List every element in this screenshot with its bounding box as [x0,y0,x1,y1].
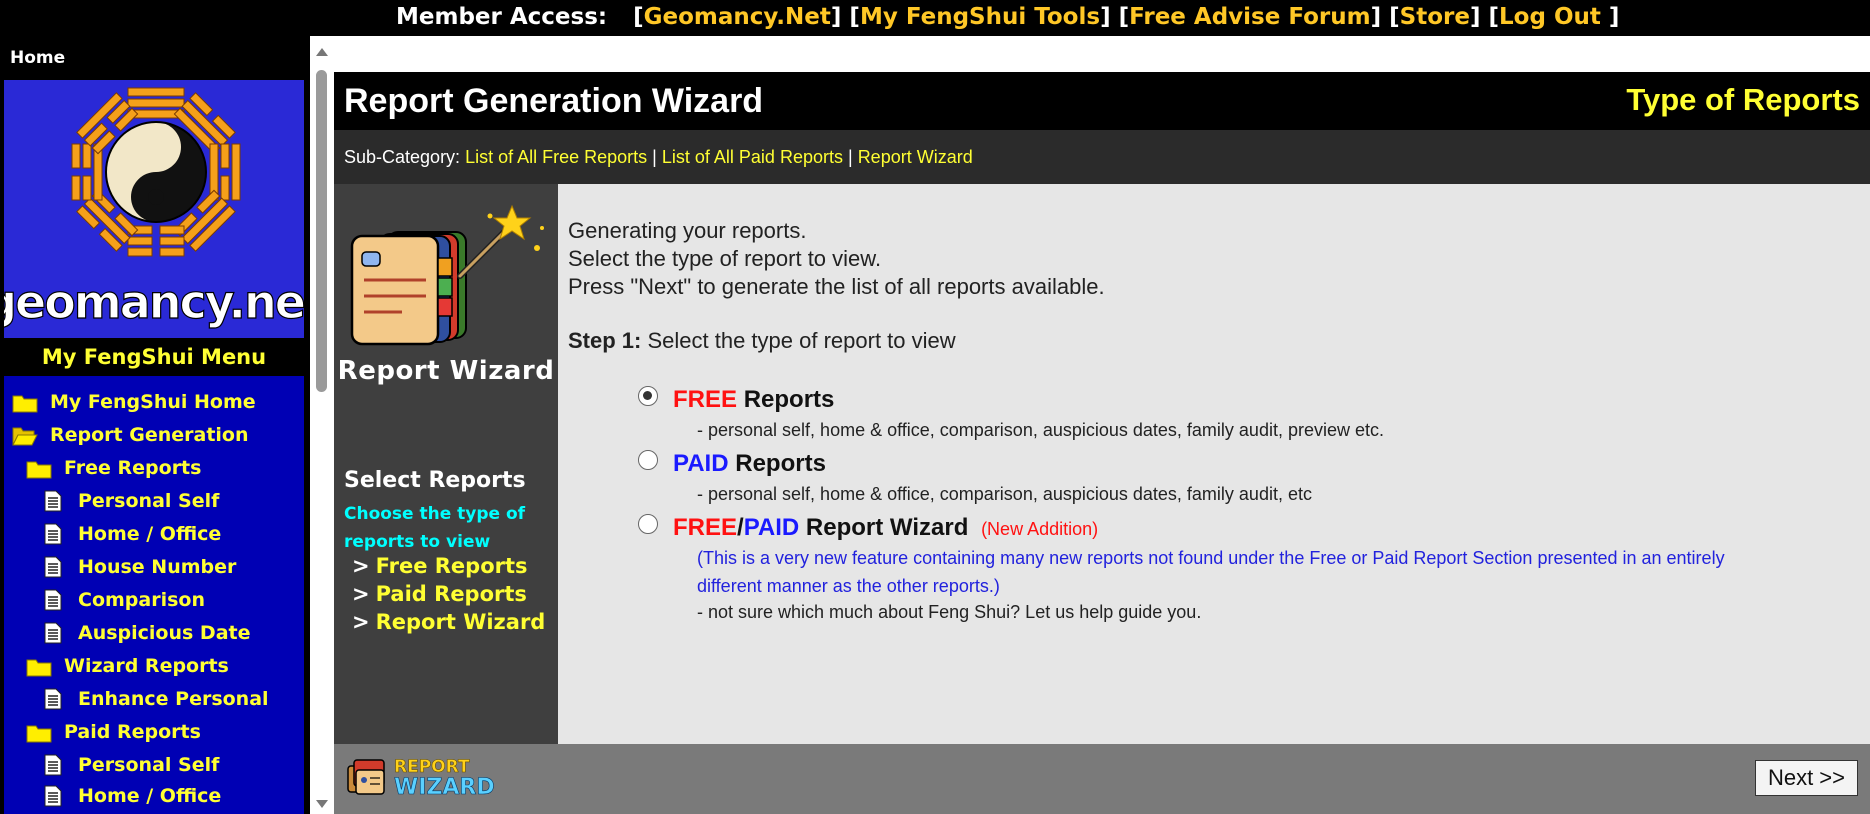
menu-item-free-reports[interactable]: Free Reports [26,454,201,482]
option-paid-reports-desc: - personal self, home & office, comparis… [697,484,1312,504]
scroll-down-arrow-icon[interactable] [316,800,328,808]
document-icon [40,754,66,776]
section-title: Type of Reports [1626,82,1860,117]
menu-item-wizard-reports[interactable]: Wizard Reports [26,652,229,680]
document-icon [40,785,66,807]
step-1-heading: Step 1: Select the type of report to vie… [568,328,956,353]
report-wizard-footer-logo: REPORT WIZARD [344,752,495,800]
topbar-link-geomancy[interactable]: Geomancy.Net [644,4,831,30]
menu-title: My FengShui Menu [4,338,304,376]
select-reports-description: Choose the type of reports to view [344,504,526,552]
menu-item-auspicious-date[interactable]: Auspicious Date [40,619,251,647]
report-wizard-icon [350,204,544,346]
report-wizard-small-icon: REPORT WIZARD [347,757,495,800]
menu-item-paid-home-office[interactable]: Home / Office [40,782,221,810]
menu-item-report-generation[interactable]: Report Generation [12,421,249,449]
svg-text:geomancy.net: geomancy.net [4,275,304,329]
member-access-bar: Member Access: [Geomancy.Net] [My FengSh… [0,0,1870,36]
option-report-wizard-title: FREE/PAID Report Wizard (New Addition) [673,514,1099,541]
report-wizard-label: Report Wizard [337,356,555,386]
topbar-link-store[interactable]: Store [1400,4,1470,30]
radio-free-reports[interactable] [638,386,658,406]
intro-line-3: Press "Next" to generate the list of all… [568,274,1105,299]
radio-report-wizard[interactable] [638,514,658,534]
wizard-header: Report Generation Wizard Type of Reports [334,72,1870,130]
intro-line-1: Generating your reports. [568,218,807,243]
menu-item-house-number[interactable]: House Number [40,553,236,581]
vertical-scrollbar[interactable] [312,44,332,814]
select-reports-title: Select Reports [344,468,526,493]
left-link-report-wizard[interactable]: > Report Wizard [352,610,545,634]
subcat-link-free-reports[interactable]: List of All Free Reports [465,147,647,167]
new-addition-badge: (New Addition) [981,519,1099,539]
next-button[interactable]: Next >> [1754,760,1858,796]
svg-text:REPORT: REPORT [394,757,470,777]
left-link-free-reports[interactable]: > Free Reports [352,554,528,578]
topbar-link-fengshui-tools[interactable]: My FengShui Tools [860,4,1100,30]
select-reports-panel: Report Wizard Select Reports Choose the … [334,184,558,744]
option-report-wizard-note: (This is a very new feature containing m… [697,548,1725,596]
folder-open-icon [12,424,38,446]
page-title: Report Generation Wizard [344,82,764,120]
menu-item-paid-reports[interactable]: Paid Reports [26,718,201,746]
topbar-link-forum[interactable]: Free Advise Forum [1129,4,1371,30]
radio-paid-reports[interactable] [638,450,658,470]
menu-item-free-personal-self[interactable]: Personal Self [40,487,219,515]
topbar-link-logout[interactable]: Log Out [1499,4,1601,30]
menu-item-paid-personal-self[interactable]: Personal Self [40,751,219,779]
left-link-paid-reports[interactable]: > Paid Reports [352,582,527,606]
fengshui-menu: My FengShui Home Report Generation Free … [4,376,304,814]
subcategory-bar: Sub-Category: List of All Free Reports |… [334,130,1870,184]
option-paid-reports-title: PAID Reports [673,450,826,477]
svg-text:WIZARD: WIZARD [394,775,494,800]
intro-line-2: Select the type of report to view. [568,246,882,271]
member-access-label: Member Access: [396,4,608,30]
menu-item-comparison[interactable]: Comparison [40,586,205,614]
subcategory-label: Sub-Category: [344,147,461,167]
subcat-link-report-wizard[interactable]: Report Wizard [858,147,973,167]
document-icon [40,523,66,545]
wizard-footer: REPORT WIZARD Next >> [334,744,1870,814]
report-type-content: Generating your reports. Select the type… [558,184,1870,744]
document-icon [40,622,66,644]
subcat-link-paid-reports[interactable]: List of All Paid Reports [662,147,843,167]
folder-icon [26,655,52,677]
scrollbar-thumb[interactable] [316,70,327,392]
menu-item-enhance-personal[interactable]: Enhance Personal [40,685,269,713]
option-report-wizard-desc: - not sure which much about Feng Shui? L… [697,602,1202,622]
folder-icon [26,457,52,479]
option-free-reports-desc: - personal self, home & office, comparis… [697,420,1384,440]
report-wizard-panel: Report Generation Wizard Type of Reports… [334,72,1870,814]
document-icon [40,688,66,710]
report-wizard-graphic [342,198,552,348]
menu-item-free-home-office[interactable]: Home / Office [40,520,221,548]
geomancy-logo[interactable]: geomancy.net [0,80,310,374]
menu-item-fengshui-home[interactable]: My FengShui Home [12,388,256,416]
document-icon [40,556,66,578]
home-link[interactable]: Home [10,48,65,68]
sidebar: Home eomancy.ne My FengShui Menu My Feng… [0,36,310,814]
folder-icon [26,721,52,743]
document-icon [40,490,66,512]
yin-yang-bagua-icon: geomancy.net [0,87,310,330]
option-free-reports-title: FREE Reports [673,386,835,413]
folder-icon [12,391,38,413]
scroll-up-arrow-icon[interactable] [316,48,328,56]
document-icon [40,589,66,611]
